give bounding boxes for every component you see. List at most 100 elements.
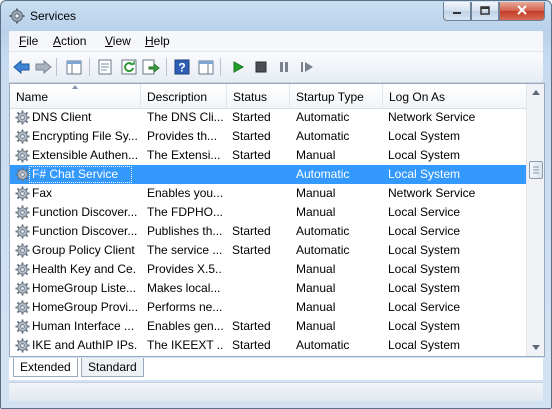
scroll-up-icon[interactable]	[527, 84, 544, 101]
service-status	[232, 184, 288, 203]
service-status	[232, 279, 288, 298]
table-row[interactable]: IKE and AuthIP IPs... The IKEEXT ... Start…	[10, 336, 526, 355]
service-description	[147, 165, 223, 184]
table-row[interactable]: F# Chat Service Automatic Local System	[10, 165, 526, 184]
service-description: The FDPHO...	[147, 205, 223, 219]
vertical-scrollbar[interactable]	[526, 84, 544, 356]
service-name: HomeGroup Provi...	[32, 300, 137, 314]
close-icon	[517, 4, 527, 18]
toolbar: ?	[9, 52, 543, 83]
service-description: Enables you...	[147, 186, 223, 200]
service-description: The service ...	[147, 243, 223, 257]
scrollbar-thumb[interactable]	[529, 161, 543, 179]
properties-icon[interactable]	[96, 58, 114, 76]
table-row[interactable]: Human Interface ... Enables gen... Started…	[10, 317, 526, 336]
stop-icon[interactable]	[252, 58, 270, 76]
table-row[interactable]: Fax Enables you... Manual Network Service	[10, 184, 526, 203]
service-status	[232, 165, 288, 184]
service-gear-icon	[15, 110, 30, 125]
services-window: Services File Action View Help ? Name De…	[0, 0, 552, 409]
table-row[interactable]: HomeGroup Liste... Makes local... Manual Lo…	[10, 279, 526, 298]
service-name: HomeGroup Liste...	[32, 281, 137, 295]
menu-view[interactable]: View	[105, 34, 131, 48]
restart-icon[interactable]	[298, 58, 316, 76]
menu-help[interactable]: Help	[145, 34, 170, 48]
service-status	[232, 203, 288, 222]
service-gear-icon	[15, 148, 30, 163]
service-name: Function Discover...	[32, 205, 137, 219]
menu-action[interactable]: Action	[53, 34, 86, 48]
service-log-on-as: Local System	[388, 129, 461, 143]
minimize-button[interactable]	[443, 2, 471, 21]
status-bar	[9, 382, 543, 401]
service-startup-type: Manual	[296, 262, 336, 276]
tab-extended[interactable]: Extended	[13, 358, 78, 377]
table-row[interactable]: Function Discover... The FDPHO... Manual Lo…	[10, 203, 526, 222]
table-row[interactable]: Extensible Authen... The Extensi... Starte…	[10, 146, 526, 165]
minimize-icon	[452, 4, 462, 18]
service-name: Function Discover...	[32, 224, 137, 238]
service-gear-icon	[15, 243, 30, 258]
service-description: Provides th...	[147, 129, 218, 143]
title-bar[interactable]: Services	[1, 1, 551, 31]
table-row[interactable]: Encrypting File Sy... Provides th... Start…	[10, 127, 526, 146]
table-row[interactable]: Health Key and Ce... Provides X.5... Manua…	[10, 260, 526, 279]
service-startup-type: Automatic	[296, 110, 350, 124]
service-status	[232, 298, 288, 317]
service-startup-type: Automatic	[296, 224, 350, 238]
maximize-button[interactable]	[471, 2, 499, 21]
service-status	[232, 260, 288, 279]
column-header-startup-type[interactable]: Startup Type	[290, 84, 383, 108]
pause-icon[interactable]	[275, 58, 293, 76]
column-header-description[interactable]: Description	[141, 84, 227, 108]
service-status: Started	[232, 110, 271, 124]
tab-standard[interactable]: Standard	[81, 358, 144, 377]
service-status: Started	[232, 338, 271, 352]
service-log-on-as: Local Service	[388, 205, 461, 219]
show-action-pane-icon[interactable]	[197, 58, 215, 76]
service-name: IKE and AuthIP IPs...	[32, 338, 137, 352]
service-log-on-as: Network Service	[388, 110, 476, 124]
maximize-icon	[480, 4, 490, 18]
help-icon[interactable]: ?	[173, 58, 191, 76]
service-name: Group Policy Client	[32, 243, 135, 257]
close-button[interactable]	[499, 2, 545, 21]
services-list[interactable]: Name Description Status Startup Type Log…	[9, 83, 545, 357]
service-log-on-as: Local System	[388, 319, 461, 333]
play-icon[interactable]	[229, 58, 247, 76]
export-list-icon[interactable]	[142, 58, 160, 76]
menu-bar: File Action View Help	[9, 31, 543, 52]
gear-icon	[9, 8, 25, 24]
service-startup-type: Automatic	[296, 167, 350, 181]
menu-file[interactable]: File	[19, 34, 38, 48]
service-name: Health Key and Ce...	[32, 262, 137, 276]
service-log-on-as: Local System	[388, 281, 461, 295]
service-gear-icon	[15, 319, 30, 334]
table-row[interactable]: Group Policy Client The service ... Starte…	[10, 241, 526, 260]
service-description: The IKEEXT ...	[147, 338, 223, 352]
table-row[interactable]: HomeGroup Provi... Performs ne... Manual Lo…	[10, 298, 526, 317]
service-description: Performs ne...	[147, 300, 223, 314]
column-header-log-on-as[interactable]: Log On As	[383, 84, 526, 108]
column-header-status[interactable]: Status	[227, 84, 290, 108]
console-tree-icon[interactable]	[65, 58, 83, 76]
service-gear-icon	[15, 224, 30, 239]
refresh-icon[interactable]	[120, 58, 138, 76]
service-gear-icon	[15, 167, 30, 182]
service-startup-type: Manual	[296, 205, 336, 219]
table-row[interactable]: DNS Client The DNS Cli... Started Automatic…	[10, 108, 526, 127]
service-gear-icon	[15, 129, 30, 144]
scroll-down-icon[interactable]	[527, 339, 544, 356]
service-gear-icon	[15, 338, 30, 353]
table-row[interactable]: Function Discover... Publishes th... Start…	[10, 222, 526, 241]
service-log-on-as: Local System	[388, 243, 461, 257]
service-name: Human Interface ...	[32, 319, 135, 333]
service-description: Makes local...	[147, 281, 221, 295]
service-startup-type: Automatic	[296, 243, 350, 257]
view-tabs: Extended Standard	[9, 358, 543, 380]
back-arrow-icon[interactable]	[13, 58, 31, 76]
service-log-on-as: Network Service	[388, 186, 476, 200]
forward-arrow-icon[interactable]	[34, 58, 52, 76]
column-header-name[interactable]: Name	[10, 84, 141, 108]
service-startup-type: Manual	[296, 148, 336, 162]
